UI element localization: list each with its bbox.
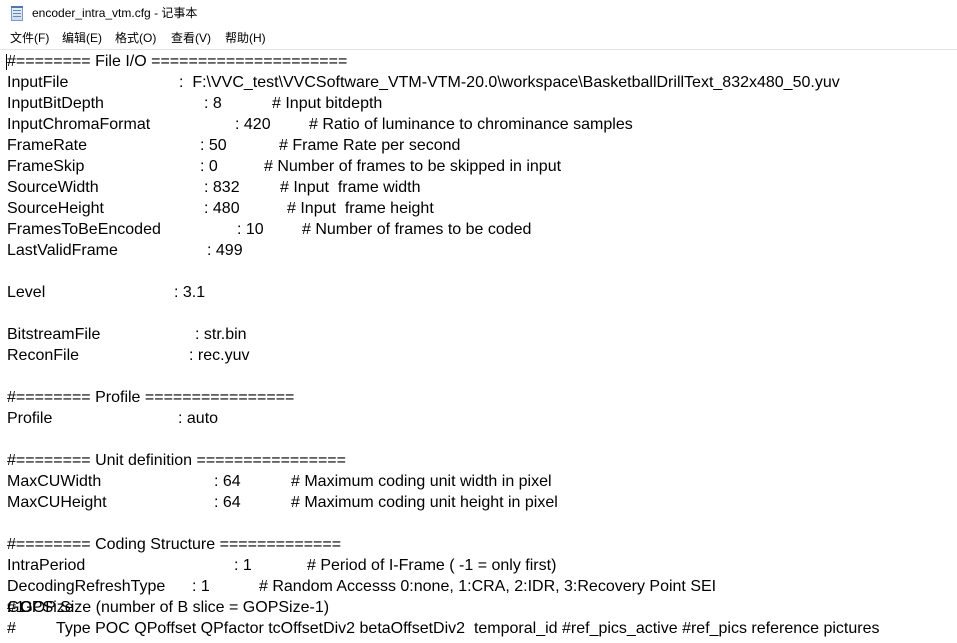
config-value: : 50 [200,137,227,154]
config-value: : 1 [234,557,252,574]
config-key: #======== File I/O ===================== [7,53,348,70]
config-comment: # GOP Size (number of B slice = GOPSize-… [7,599,330,616]
config-value: : auto [178,410,219,427]
notepad-icon [11,6,23,21]
menu-format[interactable]: 格式(O) [115,31,156,46]
config-comment: # Maximum coding unit width in pixel [291,473,552,490]
config-comment: # Frame Rate per second [279,137,461,154]
config-key: Level [7,284,46,301]
config-comment: Type POC QPoffset QPfactor tcOffsetDiv2 … [56,620,880,637]
config-key: # [7,620,16,637]
config-key: MaxCUHeight [7,494,107,511]
config-comment: # Period of I-Frame ( -1 = only first) [307,557,557,574]
menu-edit[interactable]: 编辑(E) [62,31,102,46]
config-key: #======== Coding Structure ============= [7,536,342,553]
config-key: InputBitDepth [7,95,104,112]
config-comment: # Input frame height [287,200,434,217]
menu-view[interactable]: 查看(V) [171,31,211,46]
config-value: : 64 [214,473,241,490]
config-key: SourceWidth [7,179,99,196]
config-key: IntraPeriod [7,557,86,574]
config-value: : 420 [235,116,271,133]
config-value: : 10 [237,221,264,238]
config-key: FramesToBeEncoded [7,221,161,238]
config-key: BitstreamFile [7,326,101,343]
config-comment: # Random Accesss 0:none, 1:CRA, 2:IDR, 3… [259,578,717,595]
config-comment: # Ratio of luminance to chrominance samp… [309,116,633,133]
config-key: MaxCUWidth [7,473,102,490]
config-value: : 8 [204,95,222,112]
window-title: encoder_intra_vtm.cfg - 记事本 [32,6,198,20]
config-value: : rec.yuv [189,347,250,364]
config-comment: # Number of frames to be coded [302,221,532,238]
menu-help[interactable]: 帮助(H) [225,31,266,46]
config-value: : 3.1 [174,284,206,301]
title-bar: encoder_intra_vtm.cfg - 记事本 [0,0,957,28]
config-value: : 64 [214,494,241,511]
config-value: : str.bin [195,326,247,343]
config-key: ReconFile [7,347,80,364]
config-value: : 499 [207,242,243,259]
config-value: : 1 [192,578,210,595]
config-value: : 0 [200,158,218,175]
config-value: : 832 [204,179,240,196]
config-key: Profile [7,410,53,427]
config-key: FrameSkip [7,158,85,175]
config-key: #======== Unit definition ==============… [7,452,346,469]
config-comment: # Input frame width [280,179,421,196]
config-value: : 480 [204,200,240,217]
config-comment: # Input bitdepth [272,95,383,112]
config-key: LastValidFrame [7,242,118,259]
config-key: #======== Profile ================ [7,389,295,406]
config-key: InputFile [7,74,69,91]
config-comment: # Maximum coding unit height in pixel [291,494,558,511]
config-key: FrameRate [7,137,88,154]
config-key: DecodingRefreshType [7,578,166,595]
config-comment: # Number of frames to be skipped in inpu… [264,158,562,175]
text-editor-area[interactable]: #======== File I/O =====================… [0,49,957,643]
menu-file[interactable]: 文件(F) [10,31,49,46]
menu-bar: 文件(F) 编辑(E) 格式(O) 查看(V) 帮助(H) [0,29,957,48]
config-key: SourceHeight [7,200,104,217]
config-value: : F:\VVC_test\VVCSoftware_VTM-VTM-20.0\w… [179,74,840,91]
config-key: InputChromaFormat [7,116,151,133]
